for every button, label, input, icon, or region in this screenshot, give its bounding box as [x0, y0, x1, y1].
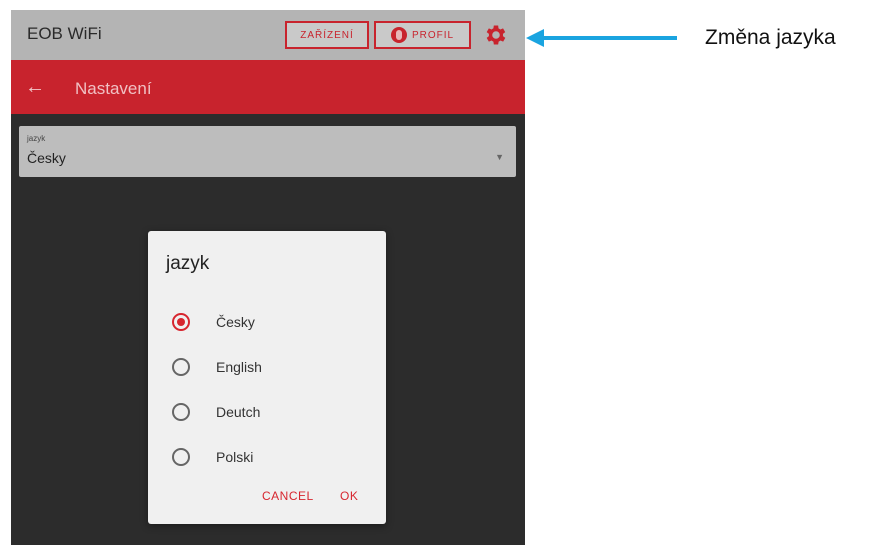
profile-button[interactable]: PROFIL	[374, 21, 471, 49]
radio-selected-icon[interactable]	[172, 313, 190, 331]
canvas: EOB WiFi ZAŘÍZENÍ PROFIL ← Nastavení jaz…	[0, 0, 870, 545]
language-option-deutch[interactable]: Deutch	[172, 397, 362, 427]
page-title: Nastavení	[75, 79, 152, 98]
annotation-arrow	[542, 36, 677, 40]
option-label: English	[216, 359, 262, 375]
app-screen: EOB WiFi ZAŘÍZENÍ PROFIL ← Nastavení jaz…	[11, 10, 525, 545]
language-select-label: jazyk	[27, 134, 46, 143]
option-label: Polski	[216, 449, 254, 465]
language-option-cesky[interactable]: Česky	[172, 307, 362, 337]
app-title: EOB WiFi	[27, 24, 102, 43]
gear-icon[interactable]	[483, 22, 509, 48]
language-select[interactable]: jazyk Česky ▼	[19, 126, 516, 177]
cancel-button[interactable]: CANCEL	[262, 489, 314, 503]
dialog-title: jazyk	[166, 253, 210, 274]
language-option-english[interactable]: English	[172, 352, 362, 382]
radio-icon[interactable]	[172, 358, 190, 376]
option-label: Deutch	[216, 404, 261, 420]
chevron-down-icon: ▼	[495, 152, 504, 162]
language-select-value: Česky	[27, 150, 66, 166]
devices-button-label: ZAŘÍZENÍ	[300, 29, 354, 41]
navigation-bar: ← Nastavení	[11, 60, 525, 114]
language-dialog: jazyk Česky English Deutch Polski CANCEL…	[148, 231, 386, 524]
devices-button[interactable]: ZAŘÍZENÍ	[285, 21, 369, 49]
radio-icon[interactable]	[172, 448, 190, 466]
profile-button-label: PROFIL	[411, 29, 455, 41]
language-option-polski[interactable]: Polski	[172, 442, 362, 472]
option-label: Česky	[216, 314, 255, 330]
top-app-bar: EOB WiFi ZAŘÍZENÍ PROFIL	[11, 10, 525, 60]
arrow-left-icon[interactable]: ←	[25, 77, 45, 97]
ok-button[interactable]: OK	[340, 489, 358, 503]
profile-icon	[390, 27, 407, 43]
annotation-label: Změna jazyka	[705, 26, 836, 49]
radio-icon[interactable]	[172, 403, 190, 421]
